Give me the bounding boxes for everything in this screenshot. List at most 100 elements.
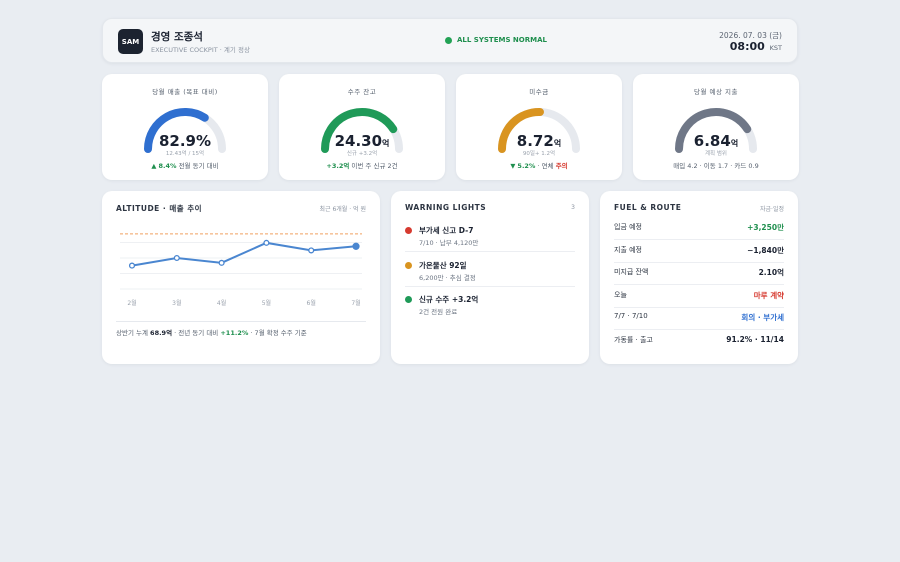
warning-item-sub: 2건 전원 완료 [419, 308, 458, 316]
summary-growth: +11.2% [220, 329, 249, 337]
altitude-title: ALTITUDE · 매출 추이 [116, 204, 203, 213]
gauge-footer-highlight: 5.2% [517, 162, 536, 170]
data-point [263, 239, 270, 246]
fuel-row-label: 미지급 잔액 [614, 268, 649, 276]
gauge-footer-text: 이번 주 신규 2건 [349, 162, 398, 170]
warning-item-sub: 7/10 · 납부 4,120만 [419, 239, 479, 247]
gauge-footer: ▲ 8.4% 전월 동기 대비 [102, 160, 268, 170]
fuel-row-label: 오늘 [614, 291, 627, 299]
fuel-row[interactable]: 7/7 · 7/10 회의 · 부가세 [614, 308, 784, 330]
gauge-footer-warning: 주의 [555, 162, 568, 170]
page-title: 경영 조종석 [151, 31, 203, 43]
system-status: ALL SYSTEMS NORMAL [445, 36, 547, 44]
gauge-sub: 신규 +3.2억 [346, 151, 378, 157]
fuel-row-label: 가동률 · 출고 [614, 336, 653, 344]
gauge-card-revenue[interactable]: 당월 매출 (목표 대비) 82.9% 12.43억 / 15억 ▲ 8.4% … [102, 74, 268, 180]
header-timezone: KST [769, 44, 782, 52]
fuel-route-card: FUEL & ROUTE 자금·일정 입금 예정 +3,250만 지출 예정 −1,… [600, 191, 798, 364]
gauge-value-number: 82.9% [158, 132, 212, 150]
x-tick-label: 4월 [217, 299, 226, 307]
summary-post: · 7월 확정 수주 기준 [248, 329, 307, 337]
warning-item-title: 가온물산 92일 [419, 261, 467, 270]
gauge-value-unit: 억 [382, 139, 390, 148]
warning-item-title: 신규 수주 +3.2억 [419, 295, 479, 304]
fuel-row[interactable]: 입금 예정 +3,250만 [614, 218, 784, 240]
fuel-row[interactable]: 오늘 마루 계약 [614, 286, 784, 308]
page-subtitle: EXECUTIVE COCKPIT · 계기 정상 [151, 46, 250, 54]
divider [405, 286, 575, 287]
data-point [128, 262, 136, 269]
gauge-card-receivables[interactable]: 미수금 8.72억 90일+ 1.2억 ▼ 5.2% · 연체 주의 [456, 74, 622, 180]
gauge-sub: 12.43억 / 15억 [165, 151, 205, 157]
gauge-value: 82.9% [102, 132, 268, 150]
gauge-value: 8.72억 [456, 132, 622, 150]
gauge-title: 수주 잔고 [347, 88, 377, 96]
warning-item-title: 부가세 신고 D-7 [419, 226, 474, 235]
header-time: 08:00 KST [730, 40, 782, 53]
warning-dot-icon [405, 262, 412, 269]
x-tick-label: 6월 [307, 299, 316, 307]
fuel-right-label: 자금·일정 [760, 206, 784, 213]
data-point [308, 247, 315, 254]
series-line [131, 241, 357, 267]
warning-title: WARNING LIGHTS [405, 203, 487, 212]
gauge-footer-highlight: 8.4% [158, 162, 177, 170]
gauge-footer: 매입 4.2 · 이동 1.7 · 카드 0.9 [633, 160, 799, 170]
fuel-row[interactable]: 미지급 잔액 2.10억 [614, 263, 784, 285]
fuel-row-value: 회의 · 부가세 [741, 313, 784, 322]
data-point [218, 259, 225, 266]
altitude-card: ALTITUDE · 매출 추이 최근 6개월 · 억 원 2월 3월 4월 5월 6월… [102, 191, 380, 364]
warning-lights-card: WARNING LIGHTS 3 부가세 신고 D-7 7/10 · 납부 4,… [391, 191, 589, 364]
gauge-footer-text: 매입 4.2 · 이동 1.7 · 카드 0.9 [673, 162, 759, 170]
fuel-row-label: 지출 예정 [614, 246, 642, 254]
gauge-value-unit: 억 [730, 139, 739, 148]
gauge-value-number: 24.30 [334, 132, 383, 150]
fuel-row-value: 마루 계약 [753, 291, 784, 300]
system-status-label: ALL SYSTEMS NORMAL [457, 36, 547, 44]
gauge-footer: +3.2억 이번 주 신규 2건 [279, 160, 445, 170]
gauge-value-unit: 억 [553, 139, 562, 148]
fuel-row[interactable]: 지출 예정 −1,840만 [614, 241, 784, 263]
gauge-sub: 90일+ 1.2억 [522, 151, 556, 157]
revenue-trend-chart: 2월 3월 4월 5월 6월 7월 [120, 233, 362, 307]
header-time-value: 08:00 [729, 40, 765, 53]
gauge-title: 미수금 [529, 88, 549, 96]
fuel-row-value: −1,840만 [747, 246, 784, 255]
fuel-row-value: 91.2% · 11/14 [726, 335, 784, 344]
fuel-row-label: 7/7 · 7/10 [614, 312, 648, 320]
divider [405, 251, 575, 252]
gauge-value: 24.30억 [279, 132, 445, 150]
trend-down-icon: ▼ [510, 162, 516, 170]
fuel-row-value: +3,250만 [747, 223, 784, 232]
x-tick-label: 5월 [262, 299, 271, 307]
data-point [352, 242, 360, 250]
fuel-row[interactable]: 가동률 · 출고 91.2% · 11/14 [614, 331, 784, 353]
summary-total: 68.9억 [150, 329, 173, 337]
altitude-summary: 상반기 누계 68.9억 · 전년 동기 대비 +11.2% · 7월 확정 수… [116, 327, 307, 337]
warning-item[interactable]: 신규 수주 +3.2억 2건 전원 완료 [405, 293, 575, 325]
fuel-row-value: 2.10억 [758, 268, 784, 277]
status-dot-icon [445, 36, 452, 44]
summary-prefix: 상반기 누계 [116, 329, 151, 337]
x-tick-label: 3월 [172, 299, 181, 307]
data-point [173, 254, 180, 262]
gauge-footer-text: 전월 동기 대비 [176, 162, 219, 170]
gauge-footer-highlight: +3.2억 [326, 162, 350, 170]
gauge-sub: 계획 범위 [705, 151, 727, 157]
warning-dot-icon [405, 227, 412, 234]
altitude-range-label: 최근 6개월 · 억 원 [319, 206, 366, 213]
warning-dot-icon [405, 296, 412, 303]
gauge-footer-text: · 연체 [535, 162, 556, 170]
gauge-value-number: 6.84 [693, 132, 731, 150]
gauge-card-backlog[interactable]: 수주 잔고 24.30억 신규 +3.2억 +3.2억 이번 주 신규 2건 [279, 74, 445, 180]
x-tick-label: 7월 [351, 299, 360, 307]
warning-item-sub: 6,200만 · 추심 결정 [419, 274, 476, 282]
gauge-value-number: 8.72 [516, 132, 554, 150]
gauge-card-expense[interactable]: 당월 예상 지출 6.84억 계획 범위 매입 4.2 · 이동 1.7 · 카… [633, 74, 799, 180]
app-logo: SAM [118, 29, 143, 54]
gauge-title: 당월 예상 지출 [693, 88, 738, 96]
gauge-value: 6.84억 [633, 132, 799, 150]
x-tick-label: 2월 [127, 299, 136, 307]
summary-mid: · 전년 동기 대비 [172, 329, 221, 337]
warning-count: 3 [571, 204, 575, 211]
